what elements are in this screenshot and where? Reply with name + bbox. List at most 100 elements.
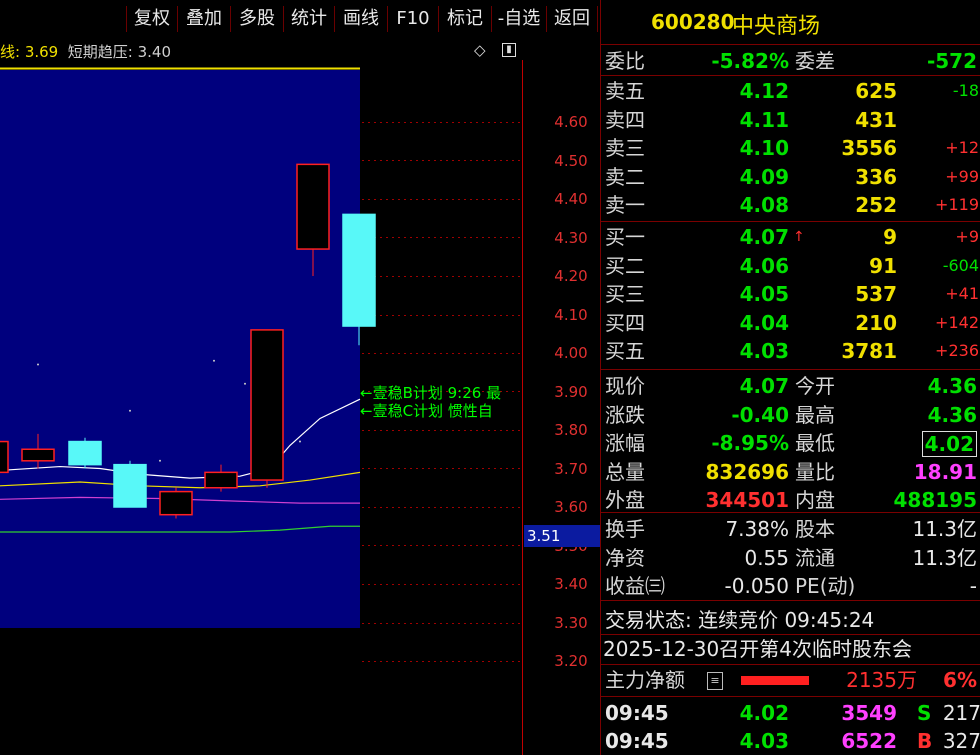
annotation-b: ←壹稳B计划 9:26 最 [360, 384, 501, 402]
neipan-label: 内盘 [795, 488, 835, 512]
tick-time: 09:45 [605, 729, 669, 753]
trade-status: 交易状态: 连续竞价 09:45:24 [605, 608, 875, 632]
zongliang-label: 总量 [605, 459, 645, 484]
multi-stock-button[interactable]: 多股 [230, 6, 283, 32]
news-row[interactable]: 2025-12-30召开第4次临时股东会 [601, 635, 980, 663]
sell-5-row[interactable]: 卖五 4.12 625 -18 [601, 77, 980, 105]
zuidi-label: 最低 [795, 431, 835, 455]
axis-tick-label: 4.30 [554, 228, 588, 247]
zhangfu-label: 涨幅 [605, 431, 645, 455]
mainflow-bar [741, 676, 809, 685]
xianjia-label: 现价 [605, 374, 645, 398]
draw-line-button[interactable]: 画线 [334, 6, 387, 32]
sell-4-volume: 431 [855, 107, 897, 132]
sell-1-volume: 252 [855, 193, 897, 218]
f10-button[interactable]: F10 [387, 6, 438, 32]
buy-3-price: 4.05 [739, 282, 789, 307]
sell-4-row[interactable]: 卖四 4.11 431 [601, 106, 980, 134]
buy-5-label: 买五 [605, 339, 645, 364]
news-headline[interactable]: 2025-12-30召开第4次临时股东会 [603, 635, 912, 663]
shouyi-label: 收益㈢ [605, 574, 665, 598]
tick-count: 327 [942, 729, 980, 753]
buy-4-change: +142 [935, 312, 979, 332]
panel-toggle-icon[interactable]: ▮ [502, 43, 516, 57]
statistics-button[interactable]: 统计 [283, 6, 334, 32]
buy-1-row[interactable]: 买一 4.07 ↑ 9 +9 [601, 223, 980, 251]
annotation-c: ←壹稳C计划 惯性自 [360, 402, 493, 420]
buy-4-row[interactable]: 买四 4.04 210 +142 [601, 309, 980, 337]
fuquan-button[interactable]: 复权 [126, 6, 177, 32]
weibi-row: 委比 -5.82% 委差 -572 [601, 47, 980, 75]
sell-2-price: 4.09 [739, 164, 789, 189]
tick-side: S [917, 701, 932, 725]
remove-favorite-button[interactable]: -自选 [491, 6, 546, 32]
sell-3-volume: 3556 [841, 136, 897, 161]
kline-chart[interactable]: ←壹稳B计划 9:26 最 ←壹稳C计划 惯性自 [0, 60, 600, 755]
sell-5-volume: 625 [855, 79, 897, 103]
liutong-value: 11.3亿 [912, 545, 977, 570]
buy-3-change: +41 [945, 284, 979, 304]
sell-2-volume: 336 [855, 164, 897, 189]
sell-1-label: 卖一 [605, 193, 645, 218]
guben-label: 股本 [795, 517, 835, 541]
buy-3-volume: 537 [855, 282, 897, 307]
axis-tick-label: 4.50 [554, 151, 588, 170]
axis-tick-label: 4.60 [554, 113, 588, 131]
sell-3-row[interactable]: 卖三 4.10 3556 +12 [601, 134, 980, 162]
axis-tick-label: 4.00 [554, 344, 588, 362]
stock-name[interactable]: 中央商场 [732, 8, 820, 40]
current-price-flag: 3.51 [524, 525, 600, 547]
buy-2-change: -604 [942, 255, 979, 275]
guben-value: 11.3亿 [912, 517, 977, 541]
waipan-row: 外盘 344501 内盘 488195 [601, 486, 980, 514]
indicator-line2: 短期趋压: 3.40 [67, 43, 172, 61]
candle-up [0, 440, 9, 474]
tick-row: 09:45 4.02 3549 S 217 [601, 699, 980, 727]
zhangdie-row: 涨跌 -0.40 最高 4.36 [601, 401, 980, 429]
annotation-group: ←壹稳B计划 9:26 最 ←壹稳C计划 惯性自 [360, 384, 501, 420]
tick-side: B [917, 729, 933, 753]
chart-dot [244, 382, 246, 385]
candle-up [250, 329, 284, 481]
buy-5-row[interactable]: 买五 4.03 3781 +236 [601, 337, 980, 365]
jinkai-label: 今开 [795, 374, 835, 398]
sell-2-row[interactable]: 卖二 4.09 336 +99 [601, 163, 980, 191]
sell-4-price: 4.11 [739, 107, 789, 132]
tick-volume: 3549 [841, 701, 897, 725]
weicha-label: 委差 [795, 49, 835, 73]
candle-down [68, 440, 102, 466]
mark-button[interactable]: 标记 [438, 6, 491, 32]
xianjia-value: 4.07 [739, 374, 789, 398]
liangbi-label: 量比 [795, 459, 835, 484]
axis-tick-label: 3.60 [554, 498, 588, 516]
buy-2-volume: 91 [869, 253, 897, 278]
sell-3-label: 卖三 [605, 136, 645, 161]
buy-5-change: +236 [935, 341, 979, 361]
back-button[interactable]: 返回 [546, 6, 598, 32]
axis-tick-label: 3.70 [554, 459, 588, 478]
diamond-icon[interactable]: ◇ [474, 42, 490, 58]
buy-3-row[interactable]: 买三 4.05 537 +41 [601, 280, 980, 308]
zuigao-label: 最高 [795, 402, 835, 427]
overlay-button[interactable]: 叠加 [177, 6, 230, 32]
stock-code: 600280 [651, 10, 735, 34]
waipan-label: 外盘 [605, 488, 645, 512]
sell-1-change: +119 [935, 195, 979, 215]
zhangfu-value: -8.95% [711, 431, 789, 455]
sell-5-label: 卖五 [605, 79, 645, 103]
huanshou-value: 7.38% [725, 517, 789, 541]
sell-1-row[interactable]: 卖一 4.08 252 +119 [601, 191, 980, 219]
pe-value: - [969, 574, 977, 598]
chart-toolbar: 复权 叠加 多股 统计 画线 F10 标记 -自选 返回 [0, 0, 600, 38]
axis-tick-label: 3.40 [554, 575, 588, 593]
list-icon[interactable]: ≡ [707, 672, 723, 690]
buy-5-price: 4.03 [739, 339, 789, 364]
candle-down [113, 463, 147, 508]
zuidi-value: 4.02 [921, 431, 977, 457]
shouyi-value: -0.050 [724, 574, 789, 598]
indicator-line1: 线: 3.69 [0, 43, 59, 61]
liutong-label: 流通 [795, 545, 835, 570]
buy-2-row[interactable]: 买二 4.06 91 -604 [601, 252, 980, 280]
mainflow-pct: 6% [943, 668, 977, 692]
mainflow-label: 主力净额 [605, 668, 685, 692]
